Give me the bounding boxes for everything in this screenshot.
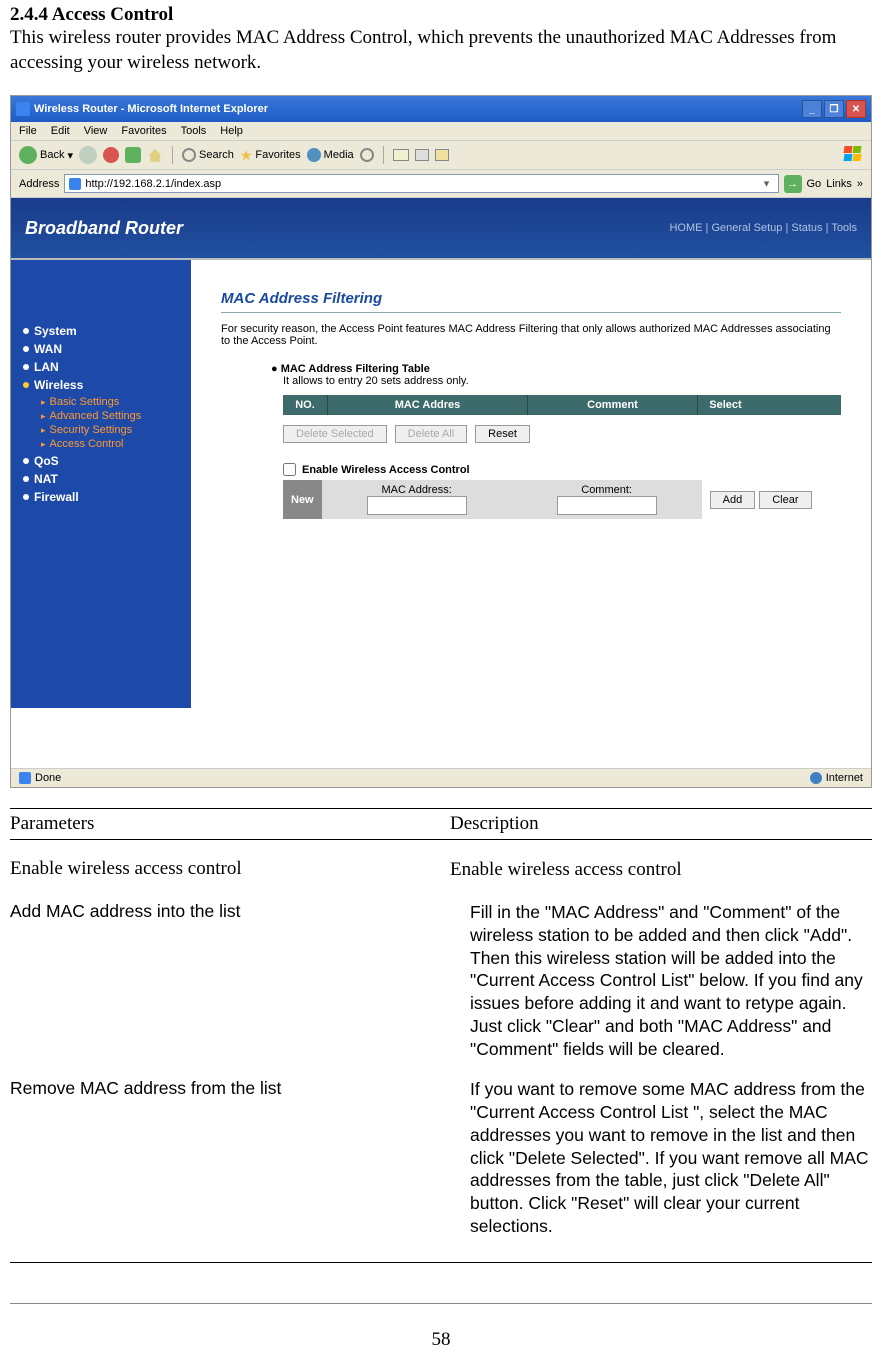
address-label: Address — [19, 178, 59, 190]
router-header: Broadband Router HOME | General Setup | … — [11, 198, 871, 258]
add-button[interactable]: Add — [710, 491, 756, 509]
windows-flag-icon — [841, 144, 865, 164]
search-button[interactable]: Search — [182, 148, 234, 162]
mail-button[interactable] — [393, 149, 409, 161]
reset-button[interactable]: Reset — [475, 425, 530, 443]
menu-tools[interactable]: Tools — [181, 125, 207, 137]
address-input[interactable]: http://192.168.2.1/index.asp ▾ — [64, 174, 778, 193]
param-name-remove: Remove MAC address from the list — [10, 1078, 450, 1099]
clear-button[interactable]: Clear — [759, 491, 811, 509]
sidebar-sub-access[interactable]: Access Control — [23, 438, 181, 450]
content-title: MAC Address Filtering — [221, 290, 841, 307]
mac-filtering-table: NO. MAC Addres Comment Select — [283, 395, 841, 415]
address-value: http://192.168.2.1/index.asp — [85, 178, 221, 190]
param-name-enable: Enable wireless access control — [10, 858, 450, 880]
menu-edit[interactable]: Edit — [51, 125, 70, 137]
sidebar-item-wireless[interactable]: Wireless — [23, 378, 181, 392]
params-header-parameters: Parameters — [10, 813, 450, 835]
new-entry-row: New MAC Address: Comment: Add Clear — [283, 480, 841, 519]
edit-button[interactable] — [435, 149, 449, 161]
param-desc-remove: If you want to remove some MAC address f… — [450, 1078, 872, 1237]
links-label[interactable]: Links — [826, 178, 852, 190]
sidebar: System WAN LAN Wireless Basic Settings A… — [11, 260, 191, 708]
go-label: Go — [807, 178, 822, 190]
delete-all-button[interactable]: Delete All — [395, 425, 467, 443]
statusbar: Done Internet — [11, 768, 871, 787]
minimize-button[interactable]: _ — [802, 100, 822, 118]
sidebar-sub-advanced[interactable]: Advanced Settings — [23, 410, 181, 422]
menubar: File Edit View Favorites Tools Help — [11, 122, 871, 141]
param-name-add: Add MAC address into the list — [10, 901, 450, 922]
back-button[interactable]: Back ▾ — [19, 146, 73, 164]
th-no: NO. — [283, 395, 328, 415]
close-button[interactable]: ✕ — [846, 100, 866, 118]
status-zone: Internet — [826, 772, 863, 784]
content-description: For security reason, the Access Point fe… — [221, 323, 841, 347]
ie-icon — [16, 102, 30, 116]
comment-input[interactable] — [557, 496, 657, 515]
params-header-description: Description — [450, 813, 872, 835]
enable-checkbox[interactable] — [283, 463, 296, 476]
history-button[interactable] — [360, 148, 374, 162]
go-button[interactable]: → — [784, 175, 802, 193]
router-body: System WAN LAN Wireless Basic Settings A… — [11, 258, 871, 708]
refresh-button[interactable] — [125, 147, 141, 163]
print-button[interactable] — [415, 149, 429, 161]
sidebar-sub-security[interactable]: Security Settings — [23, 424, 181, 436]
th-mac: MAC Addres — [328, 395, 528, 415]
links-expand[interactable]: » — [857, 178, 863, 190]
sidebar-sub-basic[interactable]: Basic Settings — [23, 396, 181, 408]
sidebar-item-wan[interactable]: WAN — [23, 342, 181, 356]
enable-label: Enable Wireless Access Control — [302, 464, 470, 476]
forward-button[interactable] — [79, 146, 97, 164]
router-brand: Broadband Router — [25, 218, 183, 239]
mac-address-label: MAC Address: — [381, 484, 451, 496]
page-icon — [69, 178, 81, 190]
sidebar-item-qos[interactable]: QoS — [23, 454, 181, 468]
status-done: Done — [35, 772, 61, 784]
content-area: MAC Address Filtering For security reaso… — [191, 260, 871, 708]
sidebar-item-system[interactable]: System — [23, 324, 181, 338]
mac-address-input[interactable] — [367, 496, 467, 515]
home-button[interactable] — [147, 147, 163, 163]
titlebar: Wireless Router - Microsoft Internet Exp… — [11, 96, 871, 122]
window-title: Wireless Router - Microsoft Internet Exp… — [34, 103, 268, 115]
sidebar-item-nat[interactable]: NAT — [23, 472, 181, 486]
router-top-nav[interactable]: HOME | General Setup | Status | Tools — [669, 222, 857, 234]
comment-label: Comment: — [581, 484, 632, 496]
media-button[interactable]: Media — [307, 148, 354, 162]
status-page-icon — [19, 772, 31, 784]
th-select: Select — [698, 395, 753, 415]
menu-help[interactable]: Help — [220, 125, 243, 137]
stop-button[interactable] — [103, 147, 119, 163]
param-desc-enable: Enable wireless access control — [450, 858, 872, 883]
browser-window: Wireless Router - Microsoft Internet Exp… — [10, 95, 872, 788]
addressbar: Address http://192.168.2.1/index.asp ▾ →… — [11, 170, 871, 198]
parameters-section: Parameters Description Enable wireless a… — [10, 808, 872, 1262]
menu-file[interactable]: File — [19, 125, 37, 137]
new-label: New — [283, 480, 322, 519]
address-dropdown[interactable]: ▾ — [760, 177, 774, 190]
globe-icon — [810, 772, 822, 784]
table-note: It allows to entry 20 sets address only. — [283, 375, 841, 387]
delete-selected-button[interactable]: Delete Selected — [283, 425, 387, 443]
sidebar-item-firewall[interactable]: Firewall — [23, 490, 181, 504]
maximize-button[interactable]: ❐ — [824, 100, 844, 118]
section-heading: 2.4.4 Access Control — [10, 4, 872, 26]
favorites-button[interactable]: ★Favorites — [240, 147, 301, 164]
toolbar: Back ▾ Search ★Favorites Media — [11, 141, 871, 170]
intro-text: This wireless router provides MAC Addres… — [10, 26, 872, 75]
param-desc-add: Fill in the "MAC Address" and "Comment" … — [450, 901, 872, 1060]
menu-view[interactable]: View — [84, 125, 108, 137]
menu-favorites[interactable]: Favorites — [121, 125, 166, 137]
table-heading: MAC Address Filtering Table — [271, 363, 841, 375]
th-comment: Comment — [528, 395, 698, 415]
sidebar-item-lan[interactable]: LAN — [23, 360, 181, 374]
page-number: 58 — [10, 1329, 872, 1351]
